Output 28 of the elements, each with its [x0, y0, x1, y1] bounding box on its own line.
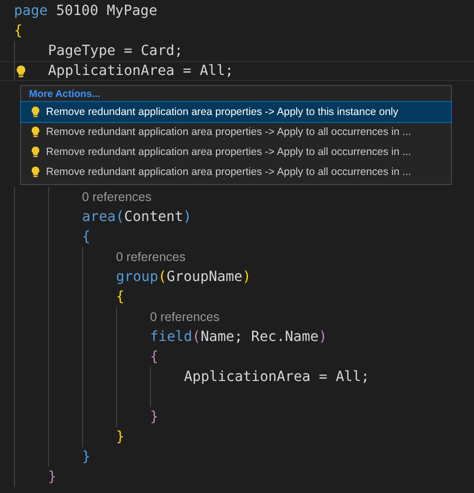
code-line: } — [150, 409, 158, 425]
menu-item[interactable]: Remove redundant application area properties -> Apply to all occurrences in ... — [21, 142, 451, 162]
code-line: { — [116, 289, 124, 305]
menu-item[interactable]: Remove redundant application area properties -> Apply to this instance only — [21, 102, 451, 122]
menu-item[interactable]: Remove redundant application area properties -> Apply to all occurrences in ... — [21, 122, 451, 142]
code-line: group(GroupName) — [116, 269, 251, 285]
code-lens[interactable]: 0 references — [116, 250, 186, 264]
code-line: } — [48, 469, 56, 485]
lightbulb-icon[interactable] — [31, 166, 40, 178]
lightbulb-icon[interactable] — [31, 106, 40, 118]
code-line: page 50100 MyPage — [14, 3, 158, 19]
code-line: { — [14, 23, 22, 39]
code-line: { — [82, 229, 90, 245]
code-line: area(Content) — [82, 209, 192, 225]
code-line: ApplicationArea = All; — [48, 63, 234, 79]
code-line: PageType = Card; — [48, 43, 183, 59]
code-line: field(Name; Rec.Name) — [150, 329, 328, 345]
code-line: } — [82, 449, 90, 465]
lightbulb-icon[interactable] — [31, 146, 40, 158]
menu-item[interactable]: Remove redundant application area properties -> Apply to all occurrences in ... — [21, 162, 451, 182]
lightbulb-icon[interactable] — [16, 65, 26, 78]
more-actions-link[interactable]: More Actions... — [21, 88, 451, 102]
code-lens[interactable]: 0 references — [150, 310, 220, 324]
code-line: { — [150, 349, 158, 365]
code-line: } — [116, 429, 124, 445]
code-line: ApplicationArea = All; — [184, 369, 370, 385]
lightbulb-icon[interactable] — [31, 126, 40, 138]
code-lens[interactable]: 0 references — [82, 190, 152, 204]
